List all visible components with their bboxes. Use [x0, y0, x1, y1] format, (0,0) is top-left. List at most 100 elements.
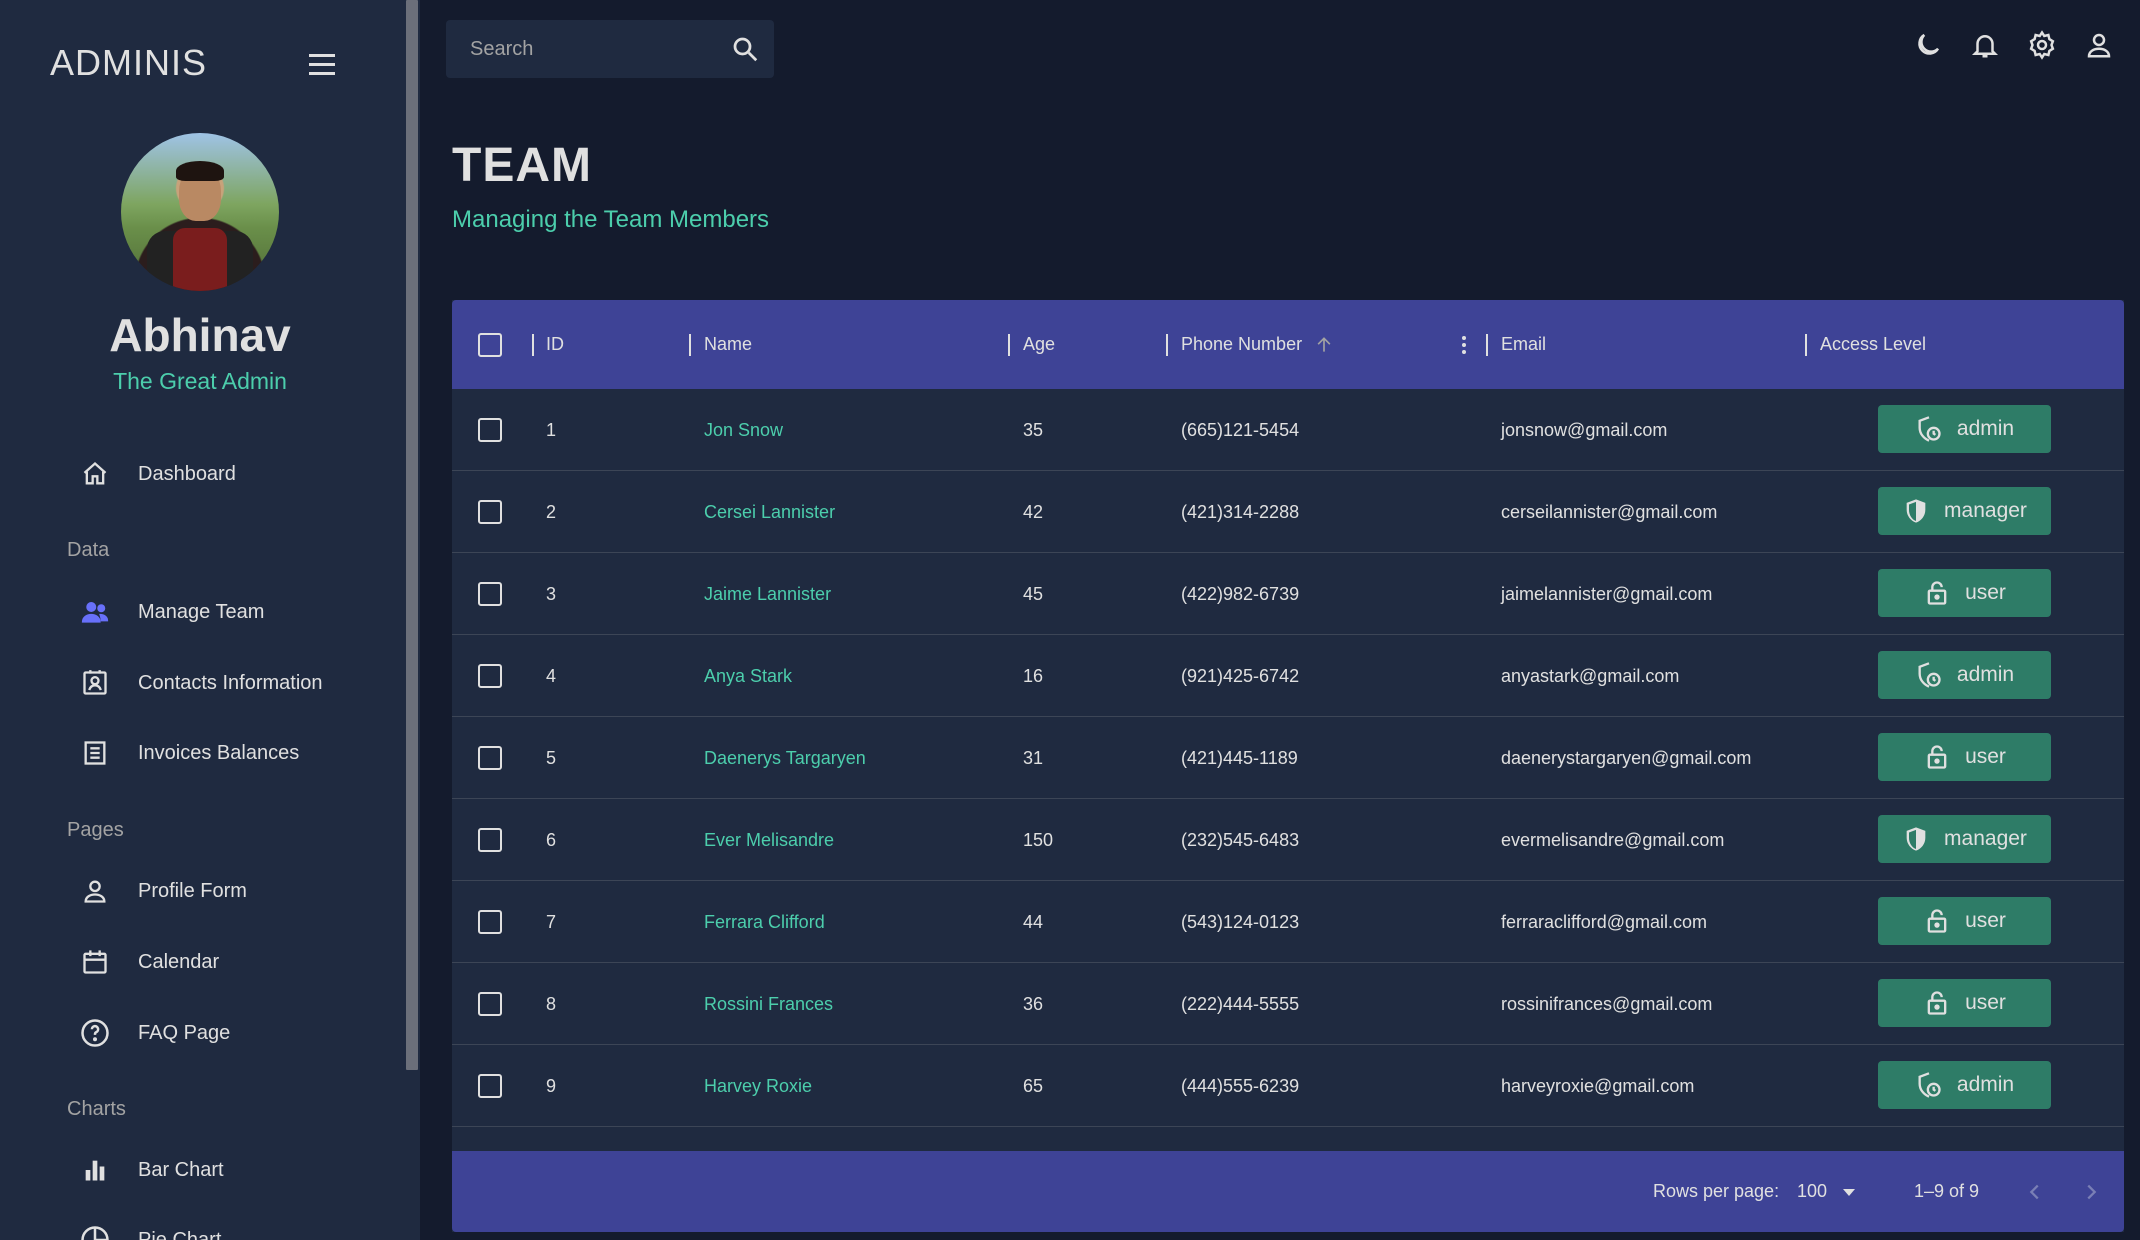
- nav-section-charts: Charts: [67, 1098, 126, 1120]
- cell-age: 16: [1023, 665, 1044, 686]
- cell-name[interactable]: Harvey Roxie: [704, 1045, 812, 1127]
- cell-name[interactable]: Jon Snow: [704, 389, 783, 471]
- pie-chart-icon: [78, 1223, 112, 1240]
- sidebar-item-contacts[interactable]: Contacts Information: [78, 661, 323, 705]
- cell-age: 44: [1023, 911, 1044, 932]
- access-level-label: user: [1965, 745, 2006, 768]
- cell-name[interactable]: Anya Stark: [704, 635, 792, 717]
- cell-phone: (444)555-6239: [1181, 1075, 1300, 1096]
- cell-name[interactable]: Rossini Frances: [704, 963, 833, 1045]
- sidebar-item-faq[interactable]: FAQ Page: [78, 1011, 230, 1055]
- rows-per-page-label: Rows per page:: [1653, 1181, 1780, 1201]
- access-level-badge[interactable]: admin: [1878, 1061, 2051, 1109]
- row-checkbox[interactable]: [478, 910, 502, 934]
- access-level-badge[interactable]: user: [1878, 569, 2051, 617]
- row-checkbox[interactable]: [478, 418, 502, 442]
- cell-name[interactable]: Ever Melisandre: [704, 799, 834, 881]
- row-checkbox[interactable]: [478, 992, 502, 1016]
- column-menu-icon[interactable]: [1454, 333, 1474, 357]
- access-level-badge[interactable]: admin: [1878, 651, 2051, 699]
- bell-icon[interactable]: [1970, 30, 2000, 60]
- cell-phone: (543)124-0123: [1181, 911, 1300, 932]
- row-checkbox[interactable]: [478, 828, 502, 852]
- sidebar-item-profile-form[interactable]: Profile Form: [78, 869, 247, 913]
- nav-section-pages: Pages: [67, 819, 124, 841]
- cell-age: 42: [1023, 501, 1044, 522]
- cell-id: 4: [546, 665, 557, 686]
- table-row[interactable]: 8 Rossini Frances 36 (222)444-5555 rossinifr…: [452, 963, 2124, 1045]
- search-input[interactable]: [446, 37, 706, 61]
- cell-name[interactable]: Jaime Lannister: [704, 553, 831, 635]
- search-icon[interactable]: [730, 34, 760, 64]
- sidebar-item-calendar[interactable]: Calendar: [78, 940, 219, 984]
- cell-email: ferraraclifford@gmail.com: [1501, 911, 1707, 932]
- scrollbar-thumb[interactable]: [406, 0, 418, 1070]
- column-header-phone[interactable]: Phone Number: [1181, 300, 1334, 389]
- sidebar-item-label: Invoices Balances: [138, 741, 300, 764]
- help-circle-icon: [78, 1016, 112, 1050]
- cell-phone: (421)314-2288: [1181, 501, 1300, 522]
- gear-icon[interactable]: [2027, 30, 2057, 60]
- brand-title: ADMINIS: [50, 42, 208, 83]
- access-level-badge[interactable]: admin: [1878, 405, 2051, 453]
- moon-icon[interactable]: [1913, 30, 1943, 60]
- admin-shield-icon: [1918, 662, 1941, 688]
- sidebar-item-label: Pie Chart: [138, 1228, 222, 1240]
- sidebar-item-label: Bar Chart: [138, 1158, 224, 1181]
- caret-down-icon: [1841, 1187, 1857, 1197]
- rows-per-page-select[interactable]: 100: [1797, 1151, 1857, 1232]
- cell-id: 8: [546, 993, 557, 1014]
- cell-name[interactable]: Ferrara Clifford: [704, 881, 825, 963]
- cell-name[interactable]: Cersei Lannister: [704, 471, 835, 553]
- access-level-badge[interactable]: manager: [1878, 815, 2051, 863]
- next-page-icon[interactable]: [2074, 1175, 2108, 1209]
- cell-id: 7: [546, 911, 557, 932]
- cell-age: 36: [1023, 993, 1044, 1014]
- sidebar-item-invoices[interactable]: Invoices Balances: [78, 731, 299, 775]
- avatar: [121, 133, 279, 291]
- table-row[interactable]: 6 Ever Melisandre 150 (232)545-6483 evermeli…: [452, 799, 2124, 881]
- access-level-badge[interactable]: user: [1878, 979, 2051, 1027]
- table-row[interactable]: 2 Cersei Lannister 42 (421)314-2288 cerseila…: [452, 471, 2124, 553]
- access-level-badge[interactable]: user: [1878, 733, 2051, 781]
- column-header-name[interactable]: Name: [704, 300, 752, 389]
- sidebar-scrollbar[interactable]: [404, 0, 420, 1240]
- column-header-id[interactable]: ID: [546, 300, 564, 389]
- cell-age: 65: [1023, 1075, 1044, 1096]
- sidebar-item-bar-chart[interactable]: Bar Chart: [78, 1148, 224, 1192]
- table-row[interactable]: 1 Jon Snow 35 (665)121-5454 jonsnow@gmail.co…: [452, 389, 2124, 471]
- table-row[interactable]: 3 Jaime Lannister 45 (422)982-6739 jaimelann…: [452, 553, 2124, 635]
- access-level-label: admin: [1956, 663, 2015, 686]
- contact-card-icon: [78, 666, 112, 700]
- cell-phone: (222)444-5555: [1181, 993, 1300, 1014]
- user-icon[interactable]: [2084, 30, 2114, 60]
- column-header-access-level[interactable]: Access Level: [1820, 300, 1926, 389]
- row-checkbox[interactable]: [478, 582, 502, 606]
- cell-phone: (421)445-1189: [1181, 747, 1298, 768]
- table-row[interactable]: 7 Ferrara Clifford 44 (543)124-0123 ferrarac…: [452, 881, 2124, 963]
- bar-chart-icon: [78, 1153, 112, 1187]
- row-checkbox[interactable]: [478, 746, 502, 770]
- access-level-badge[interactable]: user: [1878, 897, 2051, 945]
- row-checkbox[interactable]: [478, 664, 502, 688]
- sidebar-item-pie-chart[interactable]: Pie Chart: [78, 1218, 221, 1240]
- sort-ascending-icon[interactable]: [1314, 335, 1334, 355]
- column-header-age[interactable]: Age: [1023, 300, 1055, 389]
- security-shield-icon: [1906, 499, 1926, 523]
- menu-toggle-button[interactable]: [302, 46, 342, 82]
- table-row[interactable]: 4 Anya Stark 16 (921)425-6742 anyastark@gmai…: [452, 635, 2124, 717]
- sidebar-item-dashboard[interactable]: Dashboard: [78, 452, 236, 496]
- table-row[interactable]: 5 Daenerys Targaryen 31 (421)445-1189 daener…: [452, 717, 2124, 799]
- cell-name[interactable]: Daenerys Targaryen: [704, 717, 866, 799]
- column-header-email[interactable]: Email: [1501, 300, 1546, 389]
- row-checkbox[interactable]: [478, 500, 502, 524]
- row-checkbox[interactable]: [478, 1074, 502, 1098]
- access-level-badge[interactable]: manager: [1878, 487, 2051, 535]
- cell-email: daenerystargaryen@gmail.com: [1501, 747, 1752, 768]
- sidebar-item-manage-team[interactable]: Manage Team: [78, 590, 264, 634]
- lock-open-icon: [1927, 991, 1947, 1015]
- cell-phone: (422)982-6739: [1181, 583, 1300, 604]
- previous-page-icon[interactable]: [2018, 1175, 2052, 1209]
- select-all-checkbox[interactable]: [478, 333, 502, 357]
- table-row[interactable]: 9 Harvey Roxie 65 (444)555-6239 harveyroxie@…: [452, 1045, 2124, 1127]
